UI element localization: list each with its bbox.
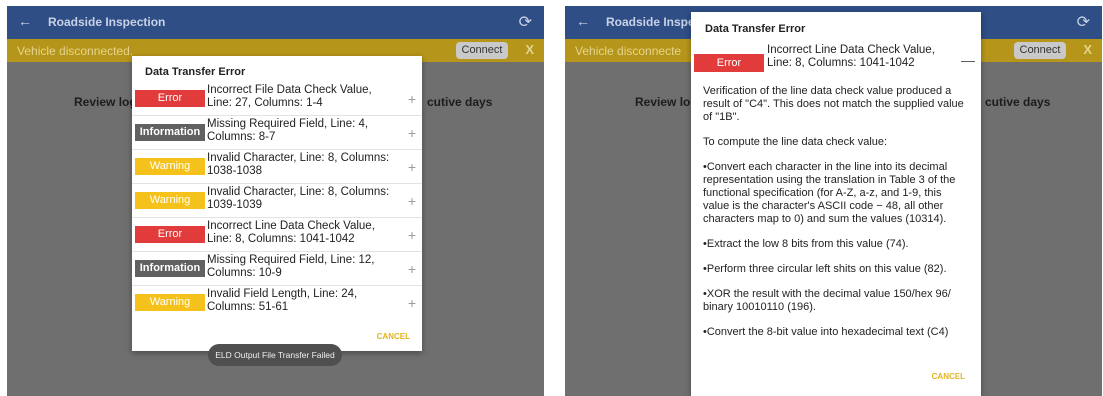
right-screen: ← Roadside Inspecti ⟳ Vehicle disconnect… [565, 6, 1102, 396]
banner-close-icon[interactable]: X [525, 42, 534, 57]
expand-icon[interactable]: + [408, 125, 416, 141]
detail-paragraph: Verification of the line data check valu… [703, 85, 964, 123]
detail-paragraph: •XOR the result with the decimal value 1… [703, 288, 951, 313]
information-badge: Information [135, 260, 205, 277]
review-logs-text: Review log [74, 95, 137, 109]
error-row[interactable]: Warning Invalid Character, Line: 8, Colu… [132, 150, 422, 184]
error-heading: Incorrect Line Data Check Value, Line: 8… [767, 44, 935, 69]
expand-icon[interactable]: + [408, 261, 416, 277]
error-text: Invalid Character, Line: 8, Columns: 103… [207, 152, 390, 177]
warning-badge: Warning [135, 294, 205, 311]
warning-badge: Warning [135, 192, 205, 209]
expand-icon[interactable]: + [408, 227, 416, 243]
error-row[interactable]: Warning Invalid Field Length, Line: 24, … [132, 286, 422, 320]
cancel-button[interactable]: CANCEL [929, 370, 967, 383]
banner-close-icon[interactable]: X [1083, 42, 1092, 57]
error-text: Incorrect File Data Check Value, Line: 2… [207, 84, 372, 109]
error-text: Incorrect Line Data Check Value, Line: 8… [207, 220, 375, 245]
detail-paragraph: To compute the line data check value: [703, 136, 888, 148]
expand-icon[interactable]: + [408, 193, 416, 209]
dialog-title: Data Transfer Error [145, 66, 246, 78]
error-text: Missing Required Field, Line: 12, Column… [207, 254, 375, 279]
detail-paragraph: •Convert the 8-bit value into hexadecima… [703, 326, 949, 338]
error-text: Missing Required Field, Line: 4, Columns… [207, 118, 369, 143]
expand-icon[interactable]: + [408, 295, 416, 311]
refresh-icon[interactable]: ⟳ [519, 12, 532, 32]
refresh-icon[interactable]: ⟳ [1077, 12, 1090, 32]
error-badge: Error [135, 90, 205, 107]
back-arrow-icon[interactable]: ← [18, 13, 32, 29]
connect-button[interactable]: Connect [1014, 42, 1066, 59]
dialog-title: Data Transfer Error [705, 23, 806, 35]
app-bar: ← Roadside Inspection ⟳ [7, 6, 544, 39]
error-badge: Error [694, 54, 764, 72]
error-row[interactable]: Information Missing Required Field, Line… [132, 116, 422, 150]
detail-paragraph: •Extract the low 8 bits from this value … [703, 238, 909, 250]
error-text: Invalid Character, Line: 8, Columns: 103… [207, 186, 390, 211]
error-badge: Error [135, 226, 205, 243]
detail-paragraph: •Convert each character in the line into… [703, 161, 956, 225]
error-text: Invalid Field Length, Line: 24, Columns:… [207, 288, 358, 313]
error-row[interactable]: Information Missing Required Field, Line… [132, 252, 422, 286]
error-row[interactable]: Error Incorrect Line Data Check Value, L… [132, 218, 422, 252]
warning-badge: Warning [135, 158, 205, 175]
error-row[interactable]: Warning Invalid Character, Line: 8, Colu… [132, 184, 422, 218]
review-logs-text: Review log [635, 95, 698, 109]
error-detail-body: Verification of the line data check valu… [703, 85, 965, 351]
error-detail-dialog: Data Transfer Error Error Incorrect Line… [691, 12, 981, 396]
toast-message: ELD Output File Transfer Failed [208, 344, 342, 366]
expand-icon[interactable]: + [408, 159, 416, 175]
back-arrow-icon[interactable]: ← [576, 13, 590, 29]
app-title: Roadside Inspection [48, 15, 166, 29]
cancel-button[interactable]: CANCEL [377, 332, 410, 341]
error-row[interactable]: Error Incorrect File Data Check Value, L… [132, 82, 422, 116]
connect-button[interactable]: Connect [456, 42, 508, 59]
detail-paragraph: •Perform three circular left shits on th… [703, 263, 947, 275]
banner-text: Vehicle disconnecte [575, 44, 682, 58]
expand-icon[interactable]: + [408, 91, 416, 107]
left-screen: ← Roadside Inspection ⟳ Vehicle disconne… [7, 6, 544, 396]
banner-text: Vehicle disconnected. [17, 44, 134, 58]
collapse-icon[interactable]: — [961, 52, 975, 68]
consecutive-days-text: cutive days [985, 95, 1051, 109]
data-transfer-error-dialog: Data Transfer Error Error Incorrect File… [132, 56, 422, 351]
consecutive-days-text: cutive days [427, 95, 493, 109]
information-badge: Information [135, 124, 205, 141]
